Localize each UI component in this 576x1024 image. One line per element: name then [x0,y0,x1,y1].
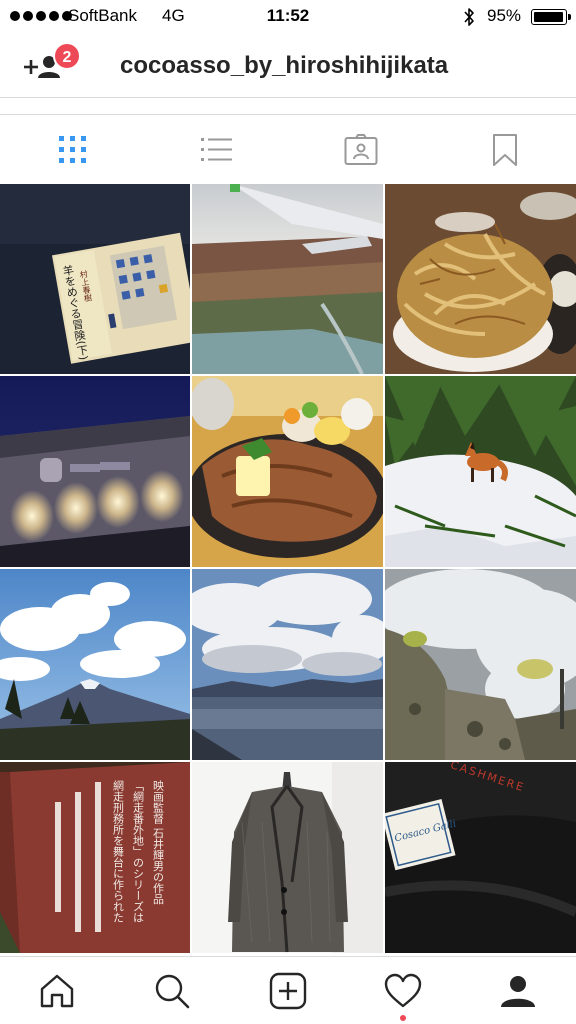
profile-screen: SoftBank 4G 11:52 95% 2 cocoasso_by_hiro… [0,0,576,1024]
grid-icon [59,136,86,163]
profile-username: cocoasso_by_hiroshihijikata [120,52,449,79]
add-post-icon [269,972,307,1010]
svg-text:「網走番外地」のシリーズは: 「網走番外地」のシリーズは [132,780,145,923]
search-icon [155,974,190,1009]
nav-activity[interactable] [383,971,423,1011]
photo-thumbnail[interactable]: CASHMERE Cosaco Galli [385,762,576,953]
photo-thumbnail[interactable] [192,184,383,374]
battery-percent: 95% [487,6,522,25]
nav-add-post[interactable] [268,971,308,1011]
battery-icon [531,9,567,25]
tab-tagged[interactable] [344,133,378,167]
nav-search[interactable] [152,971,192,1011]
bluetooth-icon [464,8,474,26]
nav-profile[interactable] [498,971,538,1011]
photo-thumbnail[interactable] [385,569,576,760]
heart-icon [384,973,422,1008]
list-icon [201,138,232,161]
photo-grid: 羊をめぐる冒険(下) 村上春樹 映画監督 石井輝男の作品 「網走番外地」のシリー… [0,184,576,956]
tagged-icon [344,134,378,165]
status-bar: SoftBank 4G 11:52 95% [0,0,576,34]
bottom-navigation [0,956,576,1024]
photo-thumbnail[interactable] [385,376,576,567]
photo-thumbnail[interactable] [192,762,383,953]
svg-text:網走刑務所を舞台に作られた: 網走刑務所を舞台に作られた [112,779,125,923]
photo-thumbnail[interactable] [192,376,383,567]
activity-notification-dot [400,1015,406,1021]
svg-text:映画監督 石井輝男の作品: 映画監督 石井輝男の作品 [152,780,165,905]
profile-header: 2 cocoasso_by_hiroshihijikata [0,34,576,98]
photo-thumbnail[interactable] [192,569,383,760]
photo-thumbnail[interactable]: 映画監督 石井輝男の作品 「網走番外地」のシリーズは 網走刑務所を舞台に作られた [0,762,190,953]
profile-icon [501,976,535,1007]
photo-thumbnail[interactable] [0,376,190,567]
tab-grid[interactable] [56,133,90,167]
view-tabs [0,114,576,184]
tab-saved[interactable] [488,133,522,167]
photo-thumbnail[interactable] [385,184,576,374]
tab-list[interactable] [200,133,234,167]
home-icon [40,974,74,1008]
nav-home[interactable] [37,971,77,1011]
notification-badge: 2 [53,42,81,70]
photo-thumbnail[interactable] [0,569,190,760]
photo-thumbnail[interactable]: 羊をめぐる冒険(下) 村上春樹 [0,184,190,374]
bookmark-icon [493,134,517,166]
